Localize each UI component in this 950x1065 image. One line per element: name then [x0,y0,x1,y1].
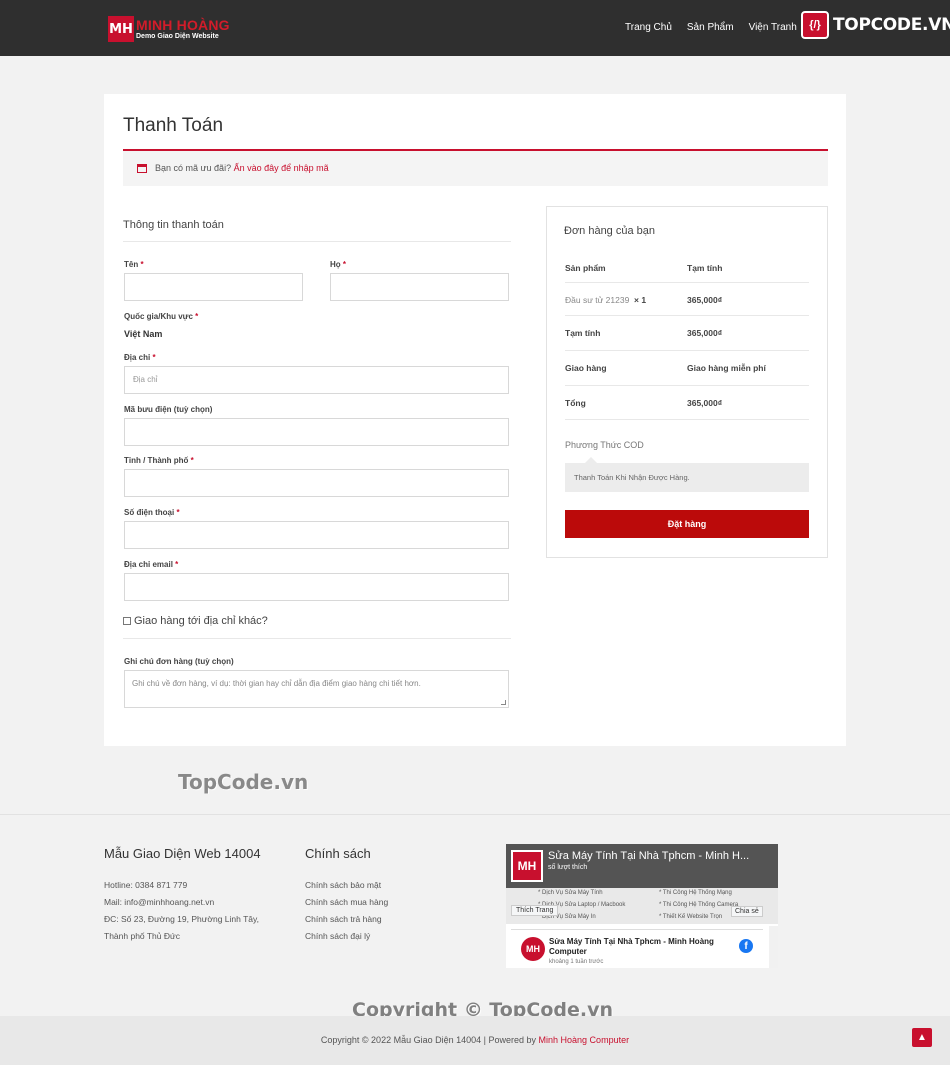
logo-subtitle: Demo Giao Diện Website [136,32,219,40]
payment-description: Thanh Toán Khi Nhận Được Hàng. [565,463,809,492]
phone-label: Số điện thoại * [124,508,180,517]
address-label: Địa chỉ * [124,353,156,362]
calendar-icon [137,164,147,173]
copyright-bar: Copyright © 2022 Mẫu Giao Diện 14004 | P… [0,1016,950,1065]
policy-link-agency[interactable]: Chính sách đại lý [305,931,370,941]
last-name-field[interactable] [330,273,509,301]
topcode-logo: {/} TOPCODE.VN [801,11,950,39]
total-label: Tổng [565,398,586,408]
nav-home[interactable]: Trang Chủ [625,22,672,33]
policy-link-purchase[interactable]: Chính sách mua hàng [305,897,388,907]
postcode-field[interactable] [124,418,509,446]
divider [565,282,809,283]
fb-scrollbar[interactable] [769,926,778,968]
payment-method-label[interactable]: Phương Thức COD [565,440,644,450]
country-label: Quốc gia/Khu vực * [124,312,199,321]
divider [565,350,809,351]
address-field[interactable]: Địa chỉ [124,366,509,394]
nav-products[interactable]: Sản Phẩm [687,22,734,33]
order-summary: Đơn hàng của bạn Sản phẩm Tạm tính Đầu s… [546,206,828,558]
item-name: Đầu sư tử 21239 [565,295,630,305]
divider [123,638,511,639]
item-price: 365,000₫ [687,295,723,305]
shipping-value: Giao hàng miễn phí [687,363,766,373]
footer-mail: Mail: info@minhhoang.net.vn [104,897,215,907]
code-icon: {/} [801,11,829,39]
main-nav: Trang Chủ Sản Phẩm Viện Tranh [625,22,812,33]
resize-handle-icon[interactable] [501,700,506,705]
divider [565,315,809,316]
notes-label: Ghi chú đơn hàng (tuỳ chọn) [124,657,234,666]
col-subtotal: Tạm tính [687,263,723,273]
scroll-to-top-button[interactable]: ▲ [912,1028,932,1047]
place-order-button[interactable]: Đặt hàng [565,510,809,538]
powered-by-link[interactable]: Minh Hoàng Computer [539,1035,630,1045]
city-label: Tỉnh / Thành phố * [124,456,194,465]
total-value: 365,000₫ [687,398,723,408]
col-product: Sản phẩm [565,263,606,273]
country-value: Việt Nam [124,329,163,339]
chevron-up-icon: ▲ [917,1032,927,1043]
city-field[interactable] [124,469,509,497]
email-label: Địa chỉ email * [124,560,179,569]
coupon-notice: Bạn có mã ưu đãi? Ấn vào đây để nhập mã [123,149,828,186]
fb-post: MH Sửa Máy Tính Tại Nhà Tphcm - Minh Hoà… [511,929,763,967]
facebook-page-widget[interactable]: MH Sửa Máy Tính Tại Nhà Tphcm - Minh H..… [506,844,778,968]
subtotal-label: Tạm tính [565,328,601,338]
policy-title: Chính sách [305,846,371,861]
coupon-text: Bạn có mã ưu đãi? [155,163,232,173]
site-footer: Mẫu Giao Diện Web 14004 Hotline: 0384 87… [0,814,950,1016]
logo-mark: MH [108,16,134,42]
footer-title: Mẫu Giao Diện Web 14004 [104,846,261,861]
policy-link-privacy[interactable]: Chính sách bảo mật [305,880,381,890]
divider [565,385,809,386]
postcode-label: Mã bưu điện (tuỳ chọn) [124,405,213,414]
site-header: MH MINH HOÀNG Demo Giao Diện Website Tra… [0,0,950,56]
ship-to-different-address[interactable]: Giao hàng tới địa chỉ khác? [123,615,268,627]
facebook-icon: f [739,939,753,953]
copyright-text: Copyright © 2022 Mẫu Giao Diện 14004 | P… [320,1035,537,1045]
checkout-card: Thanh Toán Bạn có mã ưu đãi? Ấn vào đây … [104,94,846,746]
email-field[interactable] [124,573,509,601]
subtotal-value: 365,000₫ [687,328,723,338]
nav-gallery[interactable]: Viện Tranh [749,22,797,33]
shipping-label: Giao hàng [565,363,607,373]
coupon-link[interactable]: Ấn vào đây để nhập mã [234,163,329,173]
site-logo[interactable]: MH MINH HOÀNG Demo Giao Diện Website [108,16,230,42]
notes-placeholder: Ghi chú về đơn hàng, ví dụ: thời gian ha… [132,679,421,688]
footer-address-2: Thành phố Thủ Đức [104,931,180,941]
order-notes-textarea[interactable]: Ghi chú về đơn hàng, ví dụ: thời gian ha… [124,670,509,708]
order-title: Đơn hàng của bạn [564,225,656,237]
divider [123,241,511,242]
fb-page-name[interactable]: Sửa Máy Tính Tại Nhà Tphcm - Minh H... [548,850,749,862]
phone-field[interactable] [124,521,509,549]
ship-other-label: Giao hàng tới địa chỉ khác? [134,615,268,627]
page-title: Thanh Toán [123,115,224,136]
logo-name: MINH HOÀNG [136,16,230,33]
fb-cover: MH Sửa Máy Tính Tại Nhà Tphcm - Minh H..… [506,844,778,924]
topcode-logo-text: TOPCODE.VN [833,15,950,35]
fb-post-time: khoảng 1 tuần trước [549,959,604,965]
footer-hotline: Hotline: 0384 871 779 [104,880,188,890]
billing-title: Thông tin thanh toán [123,219,224,231]
fb-services-right: * Thi Công Hệ Thống Mạng * Thi Công Hệ T… [659,890,739,920]
ship-checkbox[interactable] [123,617,131,625]
fb-page-logo: MH [511,850,543,882]
footer-address-1: ĐC: Số 23, Đường 19, Phường Linh Tây, [104,914,259,924]
first-name-field[interactable] [124,273,303,301]
item-qty: × 1 [634,295,647,305]
fb-post-avatar: MH [521,937,545,961]
policy-link-return[interactable]: Chính sách trả hàng [305,914,382,924]
fb-share-button[interactable]: Chia sẻ [731,906,763,917]
fb-post-name[interactable]: Sửa Máy Tính Tại Nhà Tphcm - Minh Hoàng … [549,937,734,957]
divider [565,419,809,420]
fb-like-page-button[interactable]: Thích Trang [511,905,559,916]
first-name-label: Tên * [124,260,144,269]
fb-likes: số lượt thích [548,864,588,871]
last-name-label: Họ * [330,260,347,269]
topcode-watermark: TopCode.vn [178,770,309,794]
